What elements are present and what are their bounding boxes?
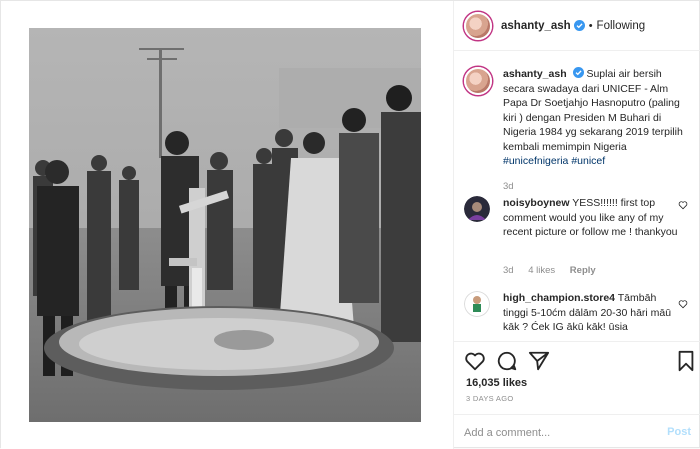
following-button[interactable]: Following xyxy=(597,20,646,32)
verified-badge-icon xyxy=(573,20,585,31)
comment-text-block: high_champion.store4 Tāmbāh tinggi 5-10ć… xyxy=(503,291,683,335)
caption-text: Suplai air bersih secara swadaya dari UN… xyxy=(503,68,683,153)
comment-icon[interactable] xyxy=(496,350,518,372)
post-date[interactable]: 3 DAYS AGO xyxy=(466,394,513,403)
post-header: ashanty_ash • Following xyxy=(454,1,700,51)
caption-username[interactable]: ashanty_ash xyxy=(503,68,567,80)
action-bar xyxy=(454,341,700,381)
avatar[interactable] xyxy=(464,196,490,222)
comments-list: ashanty_ash Suplai air bersih secara swa… xyxy=(454,59,700,341)
heart-icon[interactable] xyxy=(464,350,486,372)
comment-username[interactable]: high_champion.store4 xyxy=(503,292,615,304)
instagram-post: ashanty_ash • Following ashanty_ash Supl… xyxy=(0,0,700,449)
share-icon[interactable] xyxy=(528,350,550,372)
hashtag-unicefnigeria[interactable]: #unicefnigeria xyxy=(503,155,568,167)
caption-meta: 3d xyxy=(503,181,526,192)
comment-text-block: noisyboynew YESS!!!!!! first top comment… xyxy=(503,196,683,240)
heart-icon[interactable] xyxy=(678,299,688,309)
verified-badge-icon xyxy=(572,67,584,78)
comment-input[interactable] xyxy=(464,425,654,441)
caption: ashanty_ash Suplai air bersih secara swa… xyxy=(464,67,696,192)
comment-time: 3d xyxy=(503,265,514,276)
comment-username[interactable]: noisyboynew xyxy=(503,197,570,209)
comment-item: high_champion.store4 Tāmbāh tinggi 5-10ć… xyxy=(464,291,696,341)
post-sidebar: ashanty_ash • Following ashanty_ash Supl… xyxy=(454,1,700,449)
post-button[interactable]: Post xyxy=(667,426,691,438)
hashtag-unicef[interactable]: #unicef xyxy=(571,155,605,167)
avatar[interactable] xyxy=(464,11,492,40)
caption-avatar[interactable] xyxy=(464,67,492,95)
caption-time: 3d xyxy=(503,181,514,192)
avatar[interactable] xyxy=(464,291,490,317)
likes-count[interactable]: 16,035 likes xyxy=(466,377,527,389)
reply-button[interactable]: Reply xyxy=(570,265,596,276)
comment-likes[interactable]: 4 likes xyxy=(528,265,555,276)
comment-meta: 3d 4 likes Reply xyxy=(503,265,608,276)
historical-photo-image xyxy=(29,28,421,422)
header-username[interactable]: ashanty_ash xyxy=(501,20,571,32)
bookmark-icon[interactable] xyxy=(675,350,697,372)
photo-panel xyxy=(1,1,454,449)
caption-text-block: ashanty_ash Suplai air bersih secara swa… xyxy=(503,67,683,169)
heart-icon[interactable] xyxy=(678,200,688,210)
comment-item: noisyboynew YESS!!!!!! first top comment… xyxy=(464,196,696,286)
header-separator: • xyxy=(588,19,593,32)
post-photo[interactable] xyxy=(29,28,421,422)
add-comment-bar: Post xyxy=(454,414,700,449)
